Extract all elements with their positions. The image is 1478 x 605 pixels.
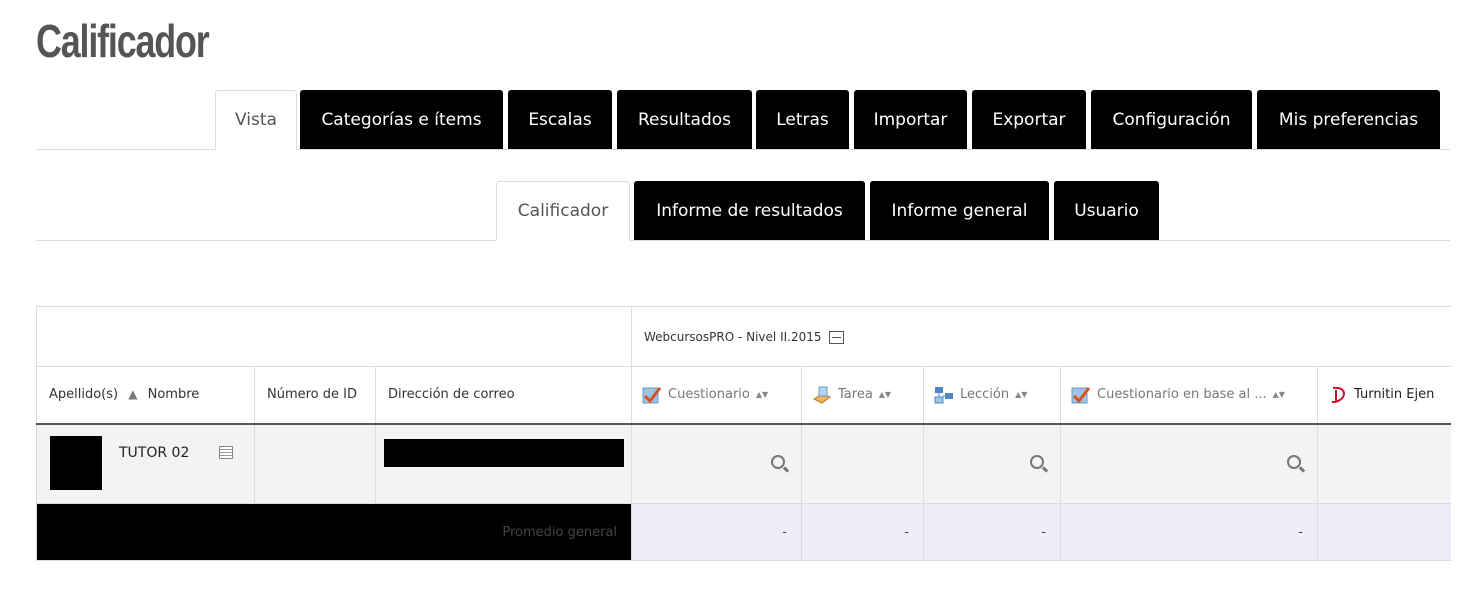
item-name: Lección	[960, 387, 1010, 403]
redacted-email	[384, 438, 624, 467]
item-name: Cuestionario en base al ...	[1097, 387, 1267, 403]
tab-mis-preferencias[interactable]: Mis preferencias	[1257, 90, 1440, 149]
item-header[interactable]: Lección ▲▼	[923, 366, 1061, 425]
grade-cell[interactable]	[1060, 423, 1318, 504]
quiz-icon	[642, 386, 662, 404]
tab-importar[interactable]: Importar	[854, 90, 967, 149]
average-value: -	[801, 503, 924, 561]
email-header[interactable]: Dirección de correo	[375, 366, 632, 425]
primary-tab-bar: Vista Categorías e ítems Escalas Resulta…	[36, 90, 1450, 150]
item-header[interactable]: Turnitin Ejen	[1317, 366, 1451, 425]
tab-exportar[interactable]: Exportar	[972, 90, 1086, 149]
grade-cell[interactable]	[801, 423, 924, 504]
lesson-icon	[934, 386, 953, 404]
average-value	[1317, 503, 1451, 561]
column-header-row: Apellido(s) ▲ Nombre Número de ID Direcc…	[36, 366, 1451, 425]
sort-icon[interactable]: ▲▼	[1273, 390, 1285, 399]
email-cell	[375, 423, 632, 504]
collapse-icon[interactable]	[829, 330, 845, 344]
search-icon[interactable]	[1287, 454, 1301, 469]
tab-letras[interactable]: Letras	[756, 90, 849, 149]
quiz-icon	[1071, 386, 1091, 404]
grade-cell[interactable]	[631, 423, 802, 504]
average-value: -	[631, 503, 802, 561]
average-label: Promedio general	[36, 503, 632, 561]
tab-configuracion[interactable]: Configuración	[1091, 90, 1252, 149]
sort-asc-icon: ▲	[128, 387, 138, 402]
page-title: Calificador	[36, 15, 210, 67]
tab-categorias-items[interactable]: Categorías e ítems	[300, 90, 503, 149]
idnumber-header[interactable]: Número de ID	[254, 366, 376, 425]
idnumber-cell	[254, 423, 376, 504]
tab-escalas[interactable]: Escalas	[508, 90, 612, 149]
category-header: WebcursosPRO - Nivel II.2015	[631, 306, 1451, 367]
item-name: Turnitin Ejen	[1354, 387, 1435, 403]
category-name: WebcursosPRO - Nivel II.2015	[644, 329, 822, 344]
user-name-cell: TUTOR 02	[36, 423, 255, 504]
sort-icon[interactable]: ▲▼	[879, 390, 891, 399]
grade-cell[interactable]	[1317, 423, 1451, 504]
assignment-icon	[812, 386, 832, 404]
empty-header-cell	[36, 306, 632, 367]
item-name: Cuestionario	[668, 387, 750, 403]
category-row: WebcursosPRO - Nivel II.2015	[36, 306, 1451, 367]
item-header[interactable]: Cuestionario ▲▼	[631, 366, 802, 425]
tab-vista[interactable]: Vista	[215, 90, 297, 150]
average-value: -	[1060, 503, 1318, 561]
average-row: Promedio general - - - -	[36, 503, 1451, 561]
user-report-icon[interactable]	[219, 445, 233, 459]
item-header[interactable]: Tarea ▲▼	[801, 366, 924, 425]
turnitin-icon	[1332, 386, 1346, 403]
tab-usuario[interactable]: Usuario	[1054, 181, 1159, 240]
search-icon[interactable]	[1030, 454, 1044, 469]
tab-calificador[interactable]: Calificador	[496, 181, 630, 241]
secondary-tab-bar: Calificador Informe de resultados Inform…	[36, 181, 1450, 241]
item-name: Tarea	[838, 387, 873, 403]
avatar[interactable]	[50, 435, 102, 490]
name-header: Apellido(s) ▲ Nombre	[36, 366, 255, 425]
user-row: TUTOR 02	[36, 423, 1451, 504]
item-header[interactable]: Cuestionario en base al ... ▲▼	[1060, 366, 1318, 425]
firstname-sort-link[interactable]: Nombre	[148, 387, 200, 402]
tab-resultados[interactable]: Resultados	[617, 90, 752, 149]
lastname-sort-link[interactable]: Apellido(s)	[49, 387, 118, 402]
sort-icon[interactable]: ▲▼	[1015, 390, 1027, 399]
search-icon[interactable]	[771, 454, 785, 469]
grader-table: WebcursosPRO - Nivel II.2015 Apellido(s)…	[36, 306, 1451, 561]
tab-informe-general[interactable]: Informe general	[870, 181, 1049, 240]
grade-cell[interactable]	[923, 423, 1061, 504]
sort-icon[interactable]: ▲▼	[756, 390, 768, 399]
user-name-link[interactable]: TUTOR 02	[119, 445, 189, 461]
average-value: -	[923, 503, 1061, 561]
tab-informe-resultados[interactable]: Informe de resultados	[634, 181, 865, 240]
